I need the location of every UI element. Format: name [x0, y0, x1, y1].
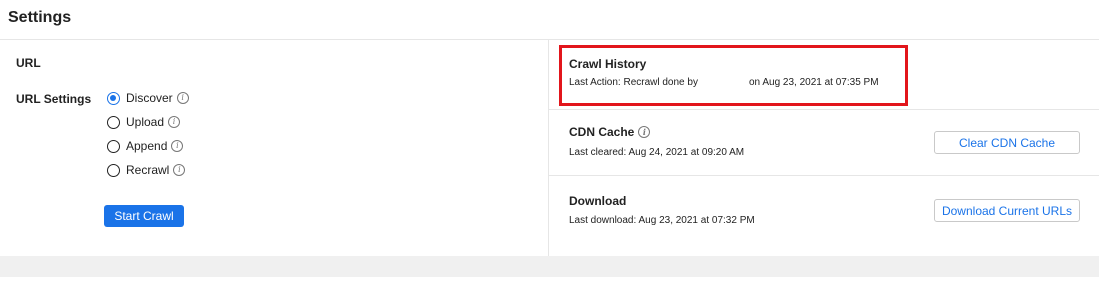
last-action-time: on Aug 23, 2021 at 07:35 PM	[749, 77, 879, 88]
radio-discover[interactable]: Discover i	[107, 89, 189, 107]
last-download-text: Last download: Aug 23, 2021 at 07:32 PM	[569, 215, 755, 226]
radio-button-checked[interactable]	[107, 91, 120, 105]
crawl-history-section: Crawl History Last Action: Recrawl done …	[549, 40, 1099, 110]
radio-label-discover: Discover	[126, 91, 173, 105]
radio-button[interactable]	[107, 163, 120, 177]
info-icon[interactable]: i	[171, 140, 184, 152]
page-title: Settings	[8, 9, 72, 26]
radio-append[interactable]: Append i	[107, 137, 184, 155]
cdn-cache-title-text: CDN Cache	[569, 125, 635, 139]
info-icon[interactable]: i	[168, 116, 181, 128]
info-icon[interactable]: i	[638, 126, 651, 138]
last-action-text: Last Action: Recrawl done by	[569, 77, 698, 88]
info-icon[interactable]: i	[173, 164, 186, 176]
clear-cdn-cache-button[interactable]: Clear CDN Cache	[934, 131, 1080, 154]
url-label: URL	[16, 56, 41, 70]
url-settings-panel: URL URL Settings Discover i Upload i App…	[0, 40, 549, 256]
crawl-info-panel: Crawl History Last Action: Recrawl done …	[549, 40, 1099, 256]
page-header: Settings	[0, 0, 1099, 40]
last-cleared-text: Last cleared: Aug 24, 2021 at 09:20 AM	[569, 147, 745, 158]
radio-upload[interactable]: Upload i	[107, 113, 181, 131]
download-current-urls-button[interactable]: Download Current URLs	[934, 199, 1080, 222]
download-section: Download Last download: Aug 23, 2021 at …	[549, 176, 1099, 256]
url-settings-label: URL Settings	[16, 92, 92, 106]
info-icon[interactable]: i	[176, 92, 189, 104]
cdn-cache-section: CDN Cache i Last cleared: Aug 24, 2021 a…	[549, 110, 1099, 176]
radio-button[interactable]	[107, 115, 120, 129]
radio-button[interactable]	[107, 139, 120, 153]
radio-recrawl[interactable]: Recrawl i	[107, 161, 186, 179]
start-crawl-button[interactable]: Start Crawl	[104, 205, 184, 227]
crawl-history-title: Crawl History	[569, 57, 647, 71]
cdn-cache-title: CDN Cache i	[569, 125, 651, 139]
footer-band	[0, 256, 1099, 277]
highlight-box	[559, 45, 908, 106]
radio-label-recrawl: Recrawl	[126, 163, 170, 177]
radio-label-append: Append	[126, 139, 168, 153]
download-title: Download	[569, 194, 627, 208]
radio-label-upload: Upload	[126, 115, 165, 129]
